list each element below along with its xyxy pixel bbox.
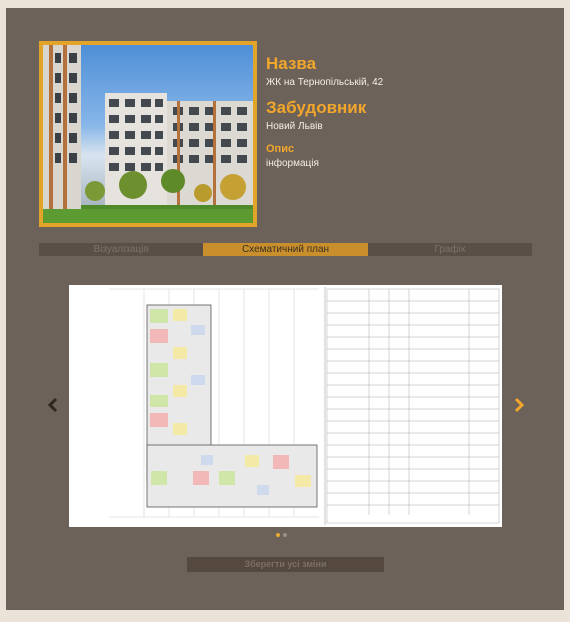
developer-value: Новий Львів [266, 121, 323, 132]
chevron-right-icon [514, 397, 525, 413]
project-photo-frame [39, 41, 257, 227]
name-label: Назва [266, 54, 317, 73]
floor-plan-image [69, 285, 502, 527]
carousel-prev-button[interactable] [43, 394, 63, 416]
carousel-dot[interactable] [276, 533, 280, 537]
carousel-next-button[interactable] [509, 394, 529, 416]
chevron-left-icon [47, 397, 58, 413]
tab-schematic-plan[interactable]: Схематичний план [203, 243, 368, 256]
project-info: Назва ЖК на Тернопільській, 42 Забудовни… [266, 54, 546, 170]
building-photo [43, 45, 253, 223]
name-value: ЖК на Тернопільській, 42 [266, 77, 384, 88]
description-label: Опис [266, 143, 295, 155]
tab-schedule[interactable]: Графік [367, 243, 532, 256]
carousel-dots [276, 533, 287, 537]
carousel-dot[interactable] [283, 533, 287, 537]
description-value: інформація [266, 158, 319, 169]
tab-visualization[interactable]: Візуалізація [39, 243, 204, 256]
view-tabs: Візуалізація Схематичний план Графік [39, 243, 532, 256]
save-all-changes-button[interactable]: Зберегти усі зміни [187, 557, 384, 572]
developer-label: Забудовник [266, 98, 367, 117]
